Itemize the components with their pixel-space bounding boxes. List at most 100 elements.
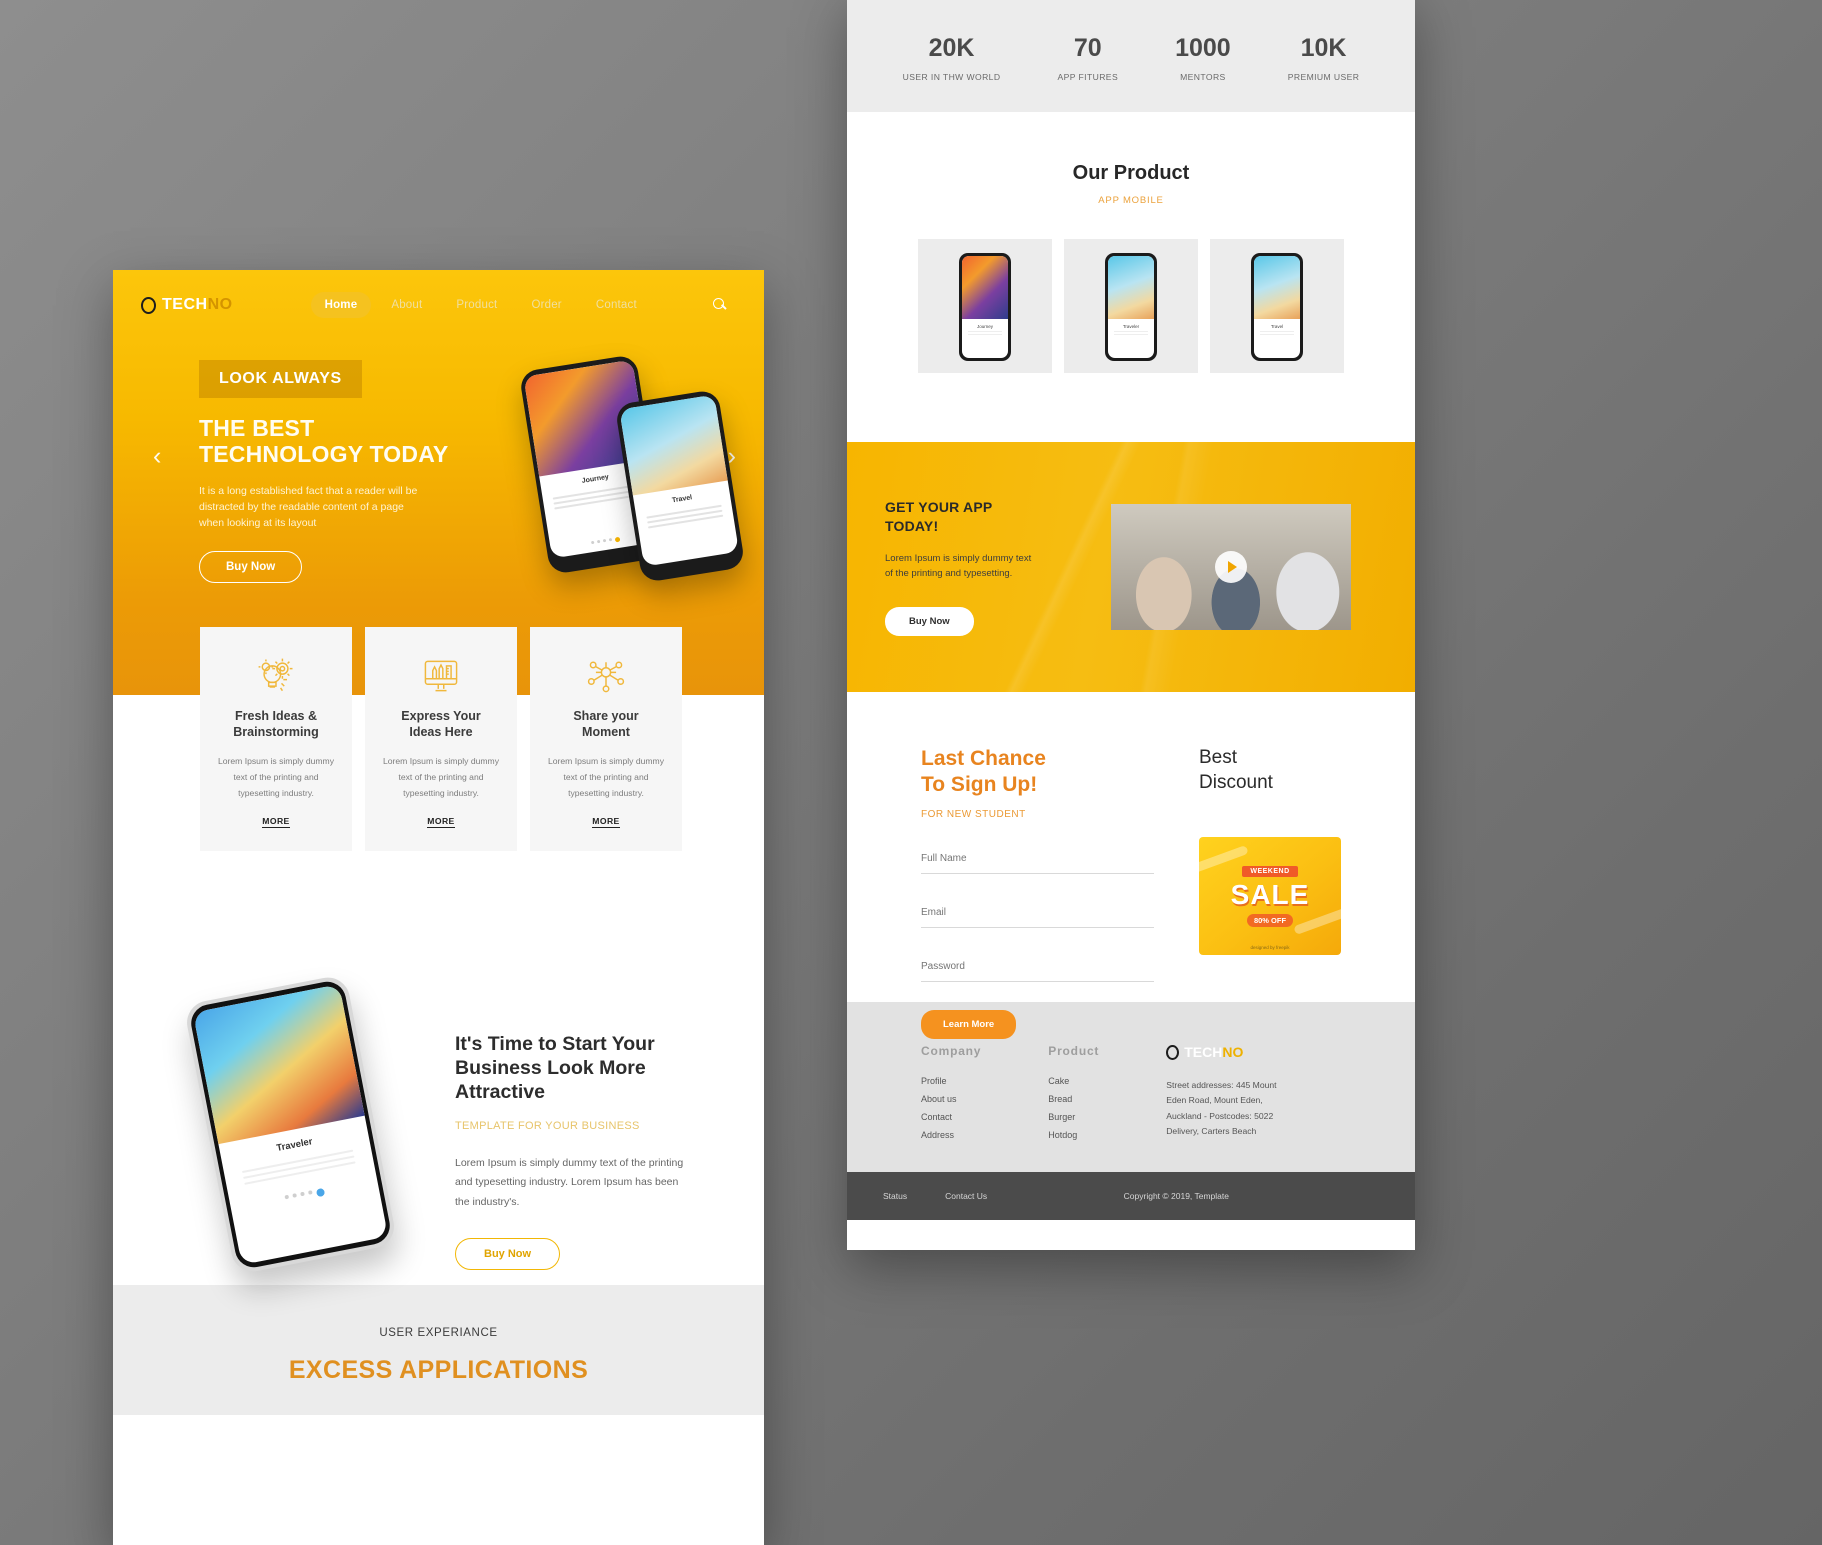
feature-card[interactable]: Share your Moment Lorem Ipsum is simply … — [530, 627, 682, 851]
footer-link[interactable]: About us — [921, 1094, 981, 1104]
footer-link[interactable]: Bread — [1048, 1094, 1099, 1104]
excess-applications-section: USER EXPERIANCE EXCESS APPLICATIONS — [113, 1285, 764, 1415]
feature-card-title: Share your Moment — [546, 709, 666, 740]
product-art — [1108, 256, 1154, 320]
stat-item: 1000 MENTORS — [1175, 34, 1231, 82]
footer-heading: Company — [921, 1044, 982, 1058]
feature-card-title-line2: Ideas Here — [409, 724, 473, 739]
product-label: Travel — [1270, 324, 1284, 330]
get-app-buy-now-button[interactable]: Buy Now — [885, 607, 974, 637]
hero-phones-illustration: Journey Travel — [506, 354, 746, 584]
business-copy: It's Time to Start Your Business Look Mo… — [433, 969, 724, 1285]
logo-text-primary: TECH — [162, 296, 208, 313]
footer-address-line: Eden Road, Mount Eden, — [1166, 1095, 1263, 1106]
get-app-video-thumbnail[interactable] — [1111, 504, 1351, 630]
feature-cards: Fresh Ideas & Brainstorming Lorem Ipsum … — [200, 627, 682, 851]
bottom-bar-contact-link[interactable]: Contact Us — [945, 1191, 987, 1201]
logo[interactable]: TECHNO — [141, 296, 233, 314]
excess-kicker: USER EXPERIANCE — [379, 1327, 498, 1339]
business-illustration: Traveler — [153, 969, 433, 1285]
our-product-section: Our Product APP MOBILE Journey Traveler — [847, 112, 1415, 442]
product-grid: Journey Traveler Travel — [847, 239, 1415, 373]
nav-item-about[interactable]: About — [377, 292, 436, 318]
email-field[interactable] — [921, 902, 1154, 929]
footer-link[interactable]: Cake — [1048, 1076, 1099, 1086]
nav-item-home[interactable]: Home — [310, 292, 372, 318]
search-icon[interactable] — [712, 298, 727, 312]
get-app-title-line1: GET YOUR APP — [885, 498, 993, 515]
password-input[interactable] — [921, 961, 1154, 973]
footer-column-product: Product Cake Bread Burger Hotdog — [1048, 1044, 1099, 1172]
signup-title-line1: Last Chance — [921, 747, 1046, 770]
stat-number: 1000 — [1175, 34, 1231, 62]
footer-logo[interactable]: TECHNO — [1166, 1044, 1276, 1060]
signup-section: Last Chance To Sign Up! FOR NEW STUDENT … — [847, 692, 1415, 1040]
get-app-paragraph: Lorem Ipsum is simply dummy text of the … — [885, 552, 1032, 579]
sale-headline: SALE — [1230, 878, 1310, 910]
stat-label: MENTORS — [1180, 72, 1226, 82]
hero-paragraph: It is a long established fact that a rea… — [199, 484, 418, 530]
footer-address: Street addresses: 445 Mount Eden Road, M… — [1166, 1078, 1276, 1140]
footer-link[interactable]: Hotdog — [1048, 1130, 1099, 1140]
signup-title-line2: To Sign Up! — [921, 772, 1038, 796]
footer-address-line: Delivery, Carters Beach — [1166, 1126, 1257, 1137]
get-app-title: GET YOUR APP TODAY! — [885, 498, 1085, 536]
footer-logo-secondary: NO — [1222, 1044, 1244, 1060]
stat-item: 70 APP FITURES — [1057, 34, 1118, 82]
full-name-field[interactable] — [921, 848, 1154, 875]
business-paragraph: Lorem Ipsum is simply dummy text of the … — [455, 1156, 684, 1208]
stat-number: 10K — [1300, 34, 1347, 62]
feature-card-title-line1: Fresh Ideas & — [235, 709, 317, 723]
sale-banner[interactable]: WEEKEND SALE 80% OFF designed by freepik — [1199, 837, 1341, 956]
product-cell[interactable]: Travel — [1210, 239, 1344, 373]
footer-link[interactable]: Contact — [921, 1112, 981, 1122]
bottom-bar: Status Contact Us Copyright © 2019, Temp… — [847, 1172, 1415, 1220]
product-cell[interactable]: Traveler — [1064, 239, 1198, 373]
email-input[interactable] — [921, 907, 1154, 919]
hero-buy-now-button[interactable]: Buy Now — [199, 551, 303, 584]
business-section: Traveler It's Time to Start Your Busines… — [113, 965, 764, 1285]
feature-card[interactable]: Fresh Ideas & Brainstorming Lorem Ipsum … — [200, 627, 352, 851]
feature-card-more-link[interactable]: MORE — [427, 816, 455, 828]
logo-ring-icon — [1166, 1044, 1180, 1060]
nav-item-contact[interactable]: Contact — [582, 292, 651, 318]
footer-address-line: Street addresses: 445 Mount — [1166, 1080, 1277, 1090]
stat-item: 10K PREMIUM USER — [1288, 34, 1360, 82]
discount-title-line1: Best — [1199, 747, 1238, 768]
feature-card-title: Fresh Ideas & Brainstorming — [216, 709, 336, 740]
stat-label: PREMIUM USER — [1287, 72, 1360, 82]
play-icon[interactable] — [1215, 551, 1247, 583]
nav-item-product[interactable]: Product — [442, 292, 511, 318]
product-cell[interactable]: Journey — [918, 239, 1052, 373]
discount-title-line2: Discount — [1199, 771, 1273, 793]
footer-link[interactable]: Address — [921, 1130, 981, 1140]
stat-label: USER IN THW WORLD — [902, 72, 1001, 82]
feature-card-more-link[interactable]: MORE — [262, 816, 290, 828]
footer-address-line: Auckland - Postcodes: 5022 — [1166, 1110, 1274, 1121]
feature-card-title-line1: Share your — [573, 709, 639, 723]
learn-more-button[interactable]: Learn More — [921, 1010, 1017, 1040]
sale-swoosh — [1199, 845, 1249, 875]
excess-title: EXCESS APPLICATIONS — [288, 1356, 589, 1384]
footer-link[interactable]: Burger — [1048, 1112, 1099, 1122]
feature-card[interactable]: Express Your Ideas Here Lorem Ipsum is s… — [365, 627, 517, 851]
get-app-section: GET YOUR APP TODAY! Lorem Ipsum is simpl… — [847, 442, 1415, 692]
bottom-bar-status-link[interactable]: Status — [883, 1191, 907, 1201]
full-name-input[interactable] — [921, 853, 1154, 865]
product-label: Traveler — [1122, 324, 1140, 330]
password-field[interactable] — [921, 956, 1154, 983]
feature-card-more-link[interactable]: MORE — [592, 816, 620, 828]
business-buy-now-button[interactable]: Buy Now — [455, 1238, 561, 1271]
get-app-title-line2: TODAY! — [885, 517, 939, 534]
business-heading: It's Time to Start Your Business Look Mo… — [455, 1033, 655, 1103]
footer-column-company: Company Profile About us Contact Address — [921, 1044, 981, 1172]
share-network-icon — [546, 653, 666, 699]
business-phone: Traveler — [183, 973, 398, 1276]
stat-item: 20K USER IN THW WORLD — [903, 34, 1001, 82]
sale-discount-label: 80% OFF — [1246, 913, 1294, 927]
right-mockup-panel: 20K USER IN THW WORLD 70 APP FITURES 100… — [847, 0, 1415, 1250]
sale-credit: designed by freepik — [1250, 945, 1290, 951]
footer-link[interactable]: Profile — [921, 1076, 981, 1086]
nav-item-order[interactable]: Order — [517, 292, 575, 318]
feature-card-title-line1: Express Your — [401, 709, 481, 723]
